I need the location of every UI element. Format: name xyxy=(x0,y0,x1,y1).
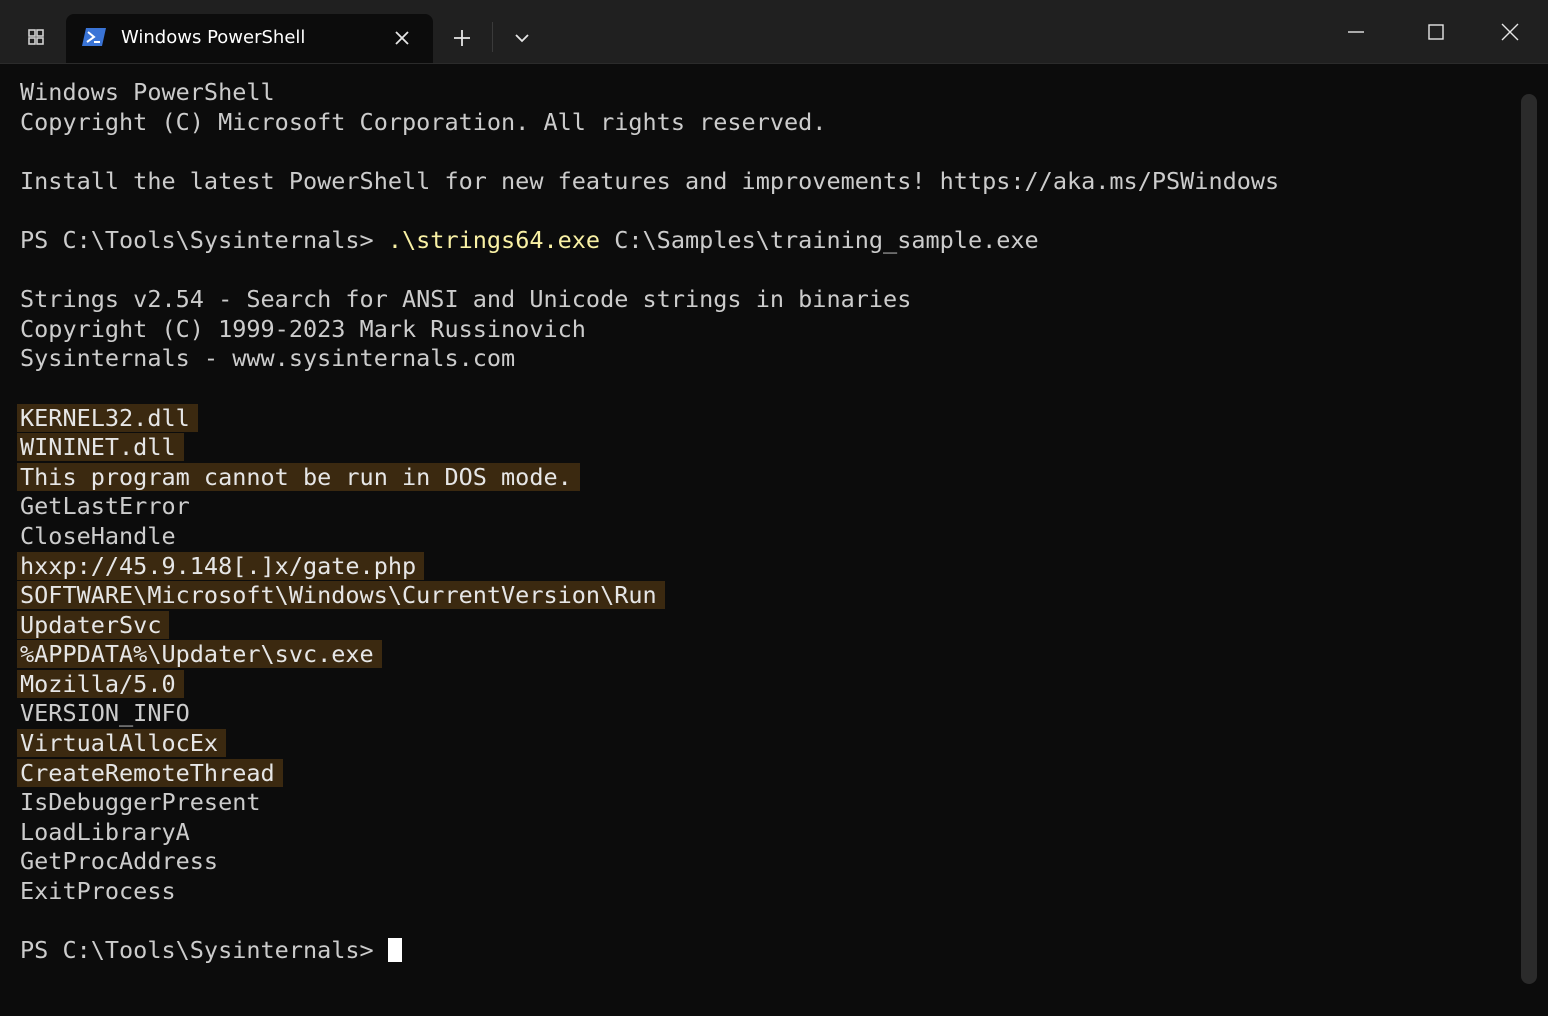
highlighted-string: Mozilla/5.0 xyxy=(17,669,184,698)
copyright-line: Copyright (C) Microsoft Corporation. All… xyxy=(20,107,827,136)
output-line: This program cannot be run in DOS mode. xyxy=(17,462,1500,493)
prompt-text: PS C:\Tools\Sysinternals> xyxy=(20,225,388,254)
output-line: KERNEL32.dll xyxy=(17,403,1500,434)
terminal-window: Windows PowerShell Windows PowerShell Co… xyxy=(0,0,1548,1016)
powershell-icon xyxy=(82,27,106,47)
tab-title: Windows PowerShell xyxy=(121,27,306,48)
output-string: ExitProcess xyxy=(20,877,176,906)
output-line: hxxp://45.9.148[.]x/gate.php xyxy=(17,551,1500,582)
vertical-scrollbar[interactable] xyxy=(1521,94,1537,984)
minimize-icon[interactable] xyxy=(1334,10,1378,54)
output-line: IsDebuggerPresent xyxy=(20,788,1500,818)
highlighted-string: UpdaterSvc xyxy=(17,610,170,639)
highlighted-string: WININET.dll xyxy=(17,433,184,462)
new-tab-plus-icon[interactable] xyxy=(446,22,478,54)
title-bar: Windows PowerShell xyxy=(0,0,1548,64)
banner-line: Copyright (C) 1999-2023 Mark Russinovich xyxy=(20,314,586,343)
tab-close-icon[interactable] xyxy=(388,24,416,52)
output-line: SOFTWARE\Microsoft\Windows\CurrentVersio… xyxy=(17,581,1500,611)
window-close-icon[interactable] xyxy=(1488,10,1532,54)
output-line: CreateRemoteThread xyxy=(17,758,1500,789)
output-line: GetProcAddress xyxy=(20,847,1500,877)
command-executable: .\strings64.exe xyxy=(387,225,601,254)
tab-windows-powershell[interactable]: Windows PowerShell xyxy=(66,14,433,63)
output-string: GetLastError xyxy=(20,492,190,521)
output-line: VirtualAllocEx xyxy=(17,729,1500,759)
highlighted-string: SOFTWARE\Microsoft\Windows\CurrentVersio… xyxy=(17,581,665,610)
banner-line: Sysinternals - www.sysinternals.com xyxy=(20,344,516,373)
pin-icon[interactable] xyxy=(18,22,54,54)
output-line: VERSION_INFO xyxy=(20,699,1500,729)
output-line: ExitProcess xyxy=(20,877,1500,907)
output-string: GetProcAddress xyxy=(20,847,219,876)
output-line: GetLastError xyxy=(20,492,1500,522)
output-string: CloseHandle xyxy=(20,521,176,550)
highlighted-string: VirtualAllocEx xyxy=(17,729,227,758)
terminal-output[interactable]: Windows PowerShell Copyright (C) Microso… xyxy=(17,78,1500,966)
command-line: PS C:\Tools\Sysinternals> .\strings64.ex… xyxy=(20,226,1500,256)
prompt-text: PS C:\Tools\Sysinternals> xyxy=(20,936,388,965)
banner-line: Strings v2.54 - Search for ANSI and Unic… xyxy=(20,285,912,314)
output-string: IsDebuggerPresent xyxy=(20,788,261,817)
maximize-icon[interactable] xyxy=(1414,10,1458,54)
header-line: Windows PowerShell xyxy=(20,78,275,106)
install-line: Install the latest PowerShell for new fe… xyxy=(20,166,1280,195)
output-line: UpdaterSvc xyxy=(17,610,1500,641)
output-line: %APPDATA%\Updater\svc.exe xyxy=(17,640,1500,670)
tab-separator xyxy=(492,22,493,52)
final-prompt-line: PS C:\Tools\Sysinternals> xyxy=(20,936,1500,966)
highlighted-string: %APPDATA%\Updater\svc.exe xyxy=(17,640,382,669)
text-cursor xyxy=(387,938,402,963)
output-string: LoadLibraryA xyxy=(20,817,190,846)
output-line: Mozilla/5.0 xyxy=(17,669,1500,700)
command-argument: C:\Samples\training_sample.exe xyxy=(600,225,1039,254)
highlighted-string: CreateRemoteThread xyxy=(17,758,283,787)
chevron-down-icon[interactable] xyxy=(506,22,538,54)
output-line: CloseHandle xyxy=(20,522,1500,552)
highlighted-string: hxxp://45.9.148[.]x/gate.php xyxy=(17,551,425,580)
output-string: VERSION_INFO xyxy=(20,699,190,728)
highlighted-string: KERNEL32.dll xyxy=(17,403,198,432)
output-line: LoadLibraryA xyxy=(20,818,1500,848)
highlighted-string: This program cannot be run in DOS mode. xyxy=(17,462,580,491)
output-line: WININET.dll xyxy=(17,433,1500,463)
